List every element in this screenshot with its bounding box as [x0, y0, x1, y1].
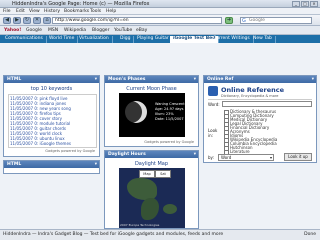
module-menu-icon[interactable]: ▾: [194, 151, 196, 158]
url-bar[interactable]: http://www.google.com/ig?hl=en: [52, 17, 222, 24]
moon-date: Date: 11/5/2007: [155, 117, 184, 121]
tab-communications[interactable]: Communications: [2, 36, 47, 43]
online-ref-subtitle: Dictionary, Encyclopedia & more: [221, 94, 279, 98]
window-controls: _ □ ×: [292, 1, 318, 7]
tab-playing-guitar[interactable]: Playing Guitar: [134, 36, 173, 43]
module-menu-icon[interactable]: ▾: [95, 76, 97, 83]
chevron-down-icon: ▾: [269, 155, 272, 160]
gadget-credit: Gadgets powered by Google: [45, 149, 95, 153]
module-title: Moon's Phases: [108, 77, 146, 82]
map-view-button[interactable]: Map: [139, 170, 155, 178]
daylight-caption: Daylight Map: [134, 161, 169, 167]
maximize-button[interactable]: □: [301, 1, 309, 7]
module-header: Online Ref ▾: [204, 76, 316, 83]
keyword-item[interactable]: 11/05/2007 0: iGoogle themes: [10, 141, 82, 146]
bookmark-msn[interactable]: MSN: [48, 28, 58, 33]
tab-world-time[interactable]: World Time: [46, 36, 79, 43]
igoogle-tab-strip: Communications World Time Virtualization…: [0, 35, 320, 43]
online-ref-title: Online Reference: [221, 86, 285, 94]
module-title: Daylight Hours: [108, 152, 146, 157]
bookmarks-bar: Yahoo! Google MSN Wikipedia Blogger YouT…: [0, 26, 320, 35]
menu-help[interactable]: Help: [106, 9, 116, 14]
module-daylight-hours: Daylight Hours ▾ Daylight Map Map Sat 20…: [104, 150, 199, 229]
map-footer: 2007 Europa Technologies: [120, 223, 160, 227]
module-html-2: HTML ▾: [3, 160, 100, 174]
navigation-toolbar: ◀ ▶ ↻ ✕ ⌂ http://www.google.com/ig?hl=en…: [0, 15, 320, 26]
keywords-caption: top 10 keywords: [30, 86, 73, 92]
home-icon[interactable]: ⌂: [43, 17, 51, 24]
menu-bar: File Edit View History Bookmarks Tools H…: [0, 8, 320, 15]
moon-image: Waning Crescent Age: 24.97 days Illum: 2…: [119, 93, 185, 137]
bookmark-youtube[interactable]: YouTube: [114, 28, 132, 33]
menu-file[interactable]: File: [3, 9, 11, 14]
window-titlebar: HiddenIndra's Google Page: Home (c) — Mo…: [0, 0, 320, 8]
moon-caption: Current Moon Phase: [126, 86, 177, 92]
bookmark-wikipedia[interactable]: Wikipedia: [64, 28, 86, 33]
lookup-select[interactable]: Word ▾: [218, 154, 274, 161]
stop-icon[interactable]: ✕: [33, 17, 41, 24]
menu-view[interactable]: View: [29, 9, 40, 14]
menu-edit[interactable]: Edit: [16, 9, 25, 14]
module-header: Moon's Phases ▾: [105, 76, 198, 83]
forward-icon[interactable]: ▶: [13, 17, 21, 24]
look-it-up-button[interactable]: Look it up: [284, 153, 312, 161]
gadget-credit: Gadgets powered by Google: [144, 140, 194, 144]
module-online-reference: Online Ref ▾ Online Reference Dictionary…: [203, 75, 317, 163]
menu-tools[interactable]: Tools: [90, 9, 101, 14]
satellite-view-button[interactable]: Sat: [155, 170, 171, 178]
module-moon-phases: Moon's Phases ▾ Current Moon Phase Wanin…: [104, 75, 199, 147]
tab-new-tab[interactable]: New Tab: [250, 36, 276, 43]
module-title: Online Ref: [207, 77, 234, 82]
module-title: HTML: [7, 77, 22, 82]
moon-info: Waning Crescent Age: 24.97 days Illum: 2…: [155, 102, 185, 122]
module-top-keywords: HTML ▾ top 10 keywords 11/05/2007 0: pin…: [3, 75, 100, 157]
menu-bookmarks[interactable]: Bookmarks: [64, 9, 89, 14]
status-text: HiddenIndra — Indra's Gadget Blog — Test…: [3, 232, 224, 237]
menu-history[interactable]: History: [44, 9, 60, 14]
minimize-button[interactable]: _: [292, 1, 300, 7]
tab-digg[interactable]: Digg: [117, 36, 135, 43]
module-header: HTML ▾: [4, 76, 99, 83]
module-menu-icon[interactable]: ▾: [95, 161, 97, 168]
module-title: HTML: [7, 162, 22, 167]
word-label: Word:: [208, 102, 220, 107]
lookup-select-value: Word: [221, 155, 232, 160]
tab-current-writings[interactable]: Current Writings: [210, 36, 254, 43]
page-content: HTML ▾ top 10 keywords 11/05/2007 0: pin…: [0, 43, 320, 229]
search-input[interactable]: Google: [240, 17, 312, 24]
status-done: Done: [304, 232, 316, 237]
close-button[interactable]: ×: [310, 1, 318, 7]
google-search-icon: G: [242, 18, 246, 24]
by-label: by:: [208, 155, 214, 160]
online-ref-banner: Online Reference Dictionary, Encyclopedi…: [208, 86, 312, 100]
module-menu-icon[interactable]: ▾: [194, 76, 196, 83]
status-bar: HiddenIndra — Indra's Gadget Blog — Test…: [0, 229, 320, 240]
bookmark-yahoo[interactable]: Yahoo!: [4, 28, 21, 33]
back-icon[interactable]: ◀: [3, 17, 11, 24]
go-icon[interactable]: ➜: [225, 17, 233, 24]
lookin-label: Look in:: [208, 128, 218, 138]
window-title: HiddenIndra's Google Page: Home (c) — Mo…: [12, 1, 150, 7]
module-menu-icon[interactable]: ▾: [312, 76, 314, 83]
word-input[interactable]: [222, 101, 312, 107]
reload-icon[interactable]: ↻: [23, 17, 31, 24]
reference-logo-icon: [208, 86, 218, 96]
moon-disc-icon: [125, 101, 147, 123]
tab-virtualization[interactable]: Virtualization: [76, 36, 113, 43]
bookmark-blogger[interactable]: Blogger: [92, 28, 109, 33]
module-header: HTML ▾: [4, 161, 99, 168]
bookmark-ebay[interactable]: eBay: [136, 28, 147, 33]
daylight-map[interactable]: Map Sat 2007 Europa Technologies: [119, 168, 185, 228]
bookmark-google[interactable]: Google: [26, 28, 42, 33]
module-header: Daylight Hours ▾: [105, 151, 198, 158]
